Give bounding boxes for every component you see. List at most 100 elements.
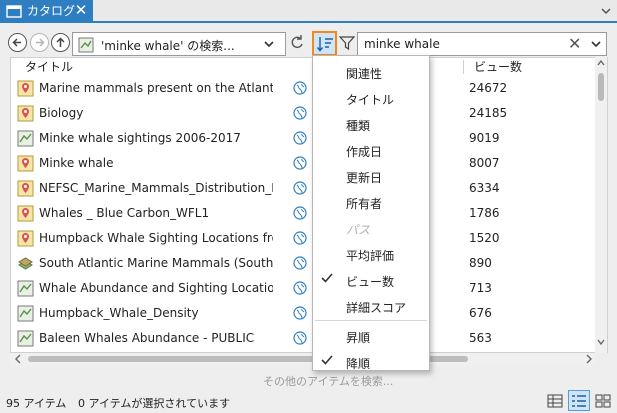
clear-search-icon[interactable]: ✕	[568, 34, 581, 53]
location-dropdown[interactable]: 'minke whale' の検索...	[72, 32, 286, 56]
list-view-button[interactable]	[568, 390, 590, 411]
globe-icon	[293, 81, 307, 95]
scroll-left-icon[interactable]	[13, 353, 23, 365]
search-box[interactable]: ✕	[357, 32, 607, 56]
list-item[interactable]: Humpback_Whale_Density 676	[11, 301, 597, 326]
item-title: Whales _ Blue Carbon_WFL1	[39, 206, 210, 220]
map-icon	[17, 105, 34, 122]
list-item[interactable]: Marine mammals present on the Atlantic c…	[11, 76, 597, 101]
globe-icon	[293, 181, 307, 195]
sort-option[interactable]: 平均評価	[313, 242, 429, 266]
layer-icon	[17, 305, 34, 322]
sort-option-label: 昇順	[346, 331, 371, 345]
menu-divider	[315, 320, 427, 321]
search-input[interactable]	[364, 36, 564, 52]
item-views: 24672	[469, 81, 508, 95]
item-title: NEFSC_Marine_Mammals_Distribution_Lay...	[39, 181, 273, 195]
globe-icon	[293, 306, 307, 320]
tab-strip: カタログ ✕	[0, 0, 617, 23]
sort-option[interactable]: タイトル	[313, 86, 429, 110]
location-text: 'minke whale' の検索...	[101, 39, 235, 53]
item-views: 713	[469, 281, 492, 295]
sort-option-label: 関連性	[346, 67, 383, 81]
refresh-button[interactable]	[289, 33, 305, 51]
sort-option[interactable]: 種類	[313, 112, 429, 136]
up-button[interactable]	[51, 33, 70, 52]
sort-option[interactable]: 降順	[313, 350, 429, 374]
back-button[interactable]	[8, 33, 27, 52]
tab-overflow-button[interactable]	[597, 1, 615, 21]
list-item[interactable]: Biology 24185	[11, 101, 597, 126]
sort-option[interactable]: 所有者	[313, 190, 429, 214]
sort-option[interactable]: 更新日	[313, 164, 429, 188]
tab-catalog[interactable]: カタログ ✕	[0, 0, 93, 21]
item-title: Marine mammals present on the Atlantic c…	[39, 81, 273, 95]
item-views: 8007	[469, 156, 500, 170]
close-icon[interactable]: ✕	[72, 1, 90, 19]
list-item[interactable]: Whales _ Blue Carbon_WFL1 1786	[11, 201, 597, 226]
arrow-up-icon	[56, 37, 65, 47]
forward-button[interactable]	[30, 33, 49, 52]
map-icon	[17, 230, 34, 247]
globe-icon	[293, 131, 307, 145]
more-search-link[interactable]: その他のアイテムを検索...	[263, 373, 393, 389]
item-views: 1520	[469, 231, 500, 245]
sort-option[interactable]: 作成日	[313, 138, 429, 162]
layer-icon	[17, 330, 34, 347]
sort-button[interactable]	[312, 31, 337, 56]
results-list: タイトル ビュー数 Marine mammals present on the …	[10, 57, 608, 353]
globe-icon	[293, 106, 307, 120]
arrow-left-icon	[12, 38, 21, 47]
list-item[interactable]: South Atlantic Marine Mammals (Southeast…	[11, 251, 597, 276]
scroll-up-icon[interactable]	[596, 58, 606, 68]
arrow-right-icon	[36, 38, 45, 47]
horizontal-scrollbar[interactable]	[10, 353, 596, 365]
sort-option[interactable]: 詳細スコア	[313, 294, 429, 318]
item-title: South Atlantic Marine Mammals (Southeast…	[39, 256, 273, 270]
globe-icon	[293, 331, 307, 345]
item-views: 1786	[469, 206, 500, 220]
catalog-icon	[6, 4, 22, 18]
item-title: Minke whale sightings 2006-2017	[39, 131, 241, 145]
details-view-button[interactable]	[544, 390, 566, 411]
item-views: 676	[469, 306, 492, 320]
list-item[interactable]: Minke whale sightings 2006-2017 9019	[11, 126, 597, 151]
sort-option[interactable]: 関連性	[313, 60, 429, 84]
sort-option-label: 降順	[346, 357, 371, 371]
scroll-thumb[interactable]	[598, 73, 604, 101]
sort-option-label: ビュー数	[346, 275, 395, 289]
column-divider[interactable]	[463, 60, 464, 74]
sort-option-label: 所有者	[346, 197, 383, 211]
list-view-icon	[572, 394, 586, 407]
scroll-down-icon[interactable]	[596, 337, 606, 347]
status-bar: 95 アイテム 0 アイテムが選択されています	[0, 388, 617, 413]
grid-view-icon	[595, 394, 611, 407]
map-icon	[17, 155, 34, 172]
column-title[interactable]: タイトル	[25, 58, 73, 75]
sort-option[interactable]: 昇順	[313, 324, 429, 348]
layer-icon	[17, 130, 34, 147]
item-views: 890	[469, 256, 492, 270]
sort-option: パス	[313, 216, 429, 240]
list-item[interactable]: Baleen Whales Abundance - PUBLIC 563	[11, 326, 597, 351]
toolbar: 'minke whale' の検索... ✕	[0, 23, 617, 59]
sort-option-label: パス	[346, 223, 371, 237]
list-item[interactable]: Whale Abundance and Sighting Locations 71…	[11, 276, 597, 301]
item-title: Humpback Whale Sighting Locations from..…	[39, 231, 273, 245]
tiles-view-button[interactable]	[592, 390, 614, 411]
list-item[interactable]: Minke whale 8007	[11, 151, 597, 176]
filter-button[interactable]	[338, 33, 356, 53]
list-item[interactable]: NEFSC_Marine_Mammals_Distribution_Lay...…	[11, 176, 597, 201]
chevron-down-icon[interactable]	[590, 36, 602, 52]
sort-option[interactable]: ビュー数	[313, 268, 429, 292]
scroll-right-icon[interactable]	[584, 353, 594, 365]
item-views: 9019	[469, 131, 500, 145]
column-views[interactable]: ビュー数	[474, 58, 522, 75]
list-item[interactable]: Humpback Whale Sighting Locations from..…	[11, 226, 597, 251]
item-views: 24185	[469, 106, 508, 120]
vertical-scrollbar[interactable]	[595, 57, 607, 353]
globe-icon	[293, 206, 307, 220]
checkmark-icon	[320, 271, 334, 285]
checkmark-icon	[320, 353, 334, 367]
filter-icon	[339, 36, 355, 51]
